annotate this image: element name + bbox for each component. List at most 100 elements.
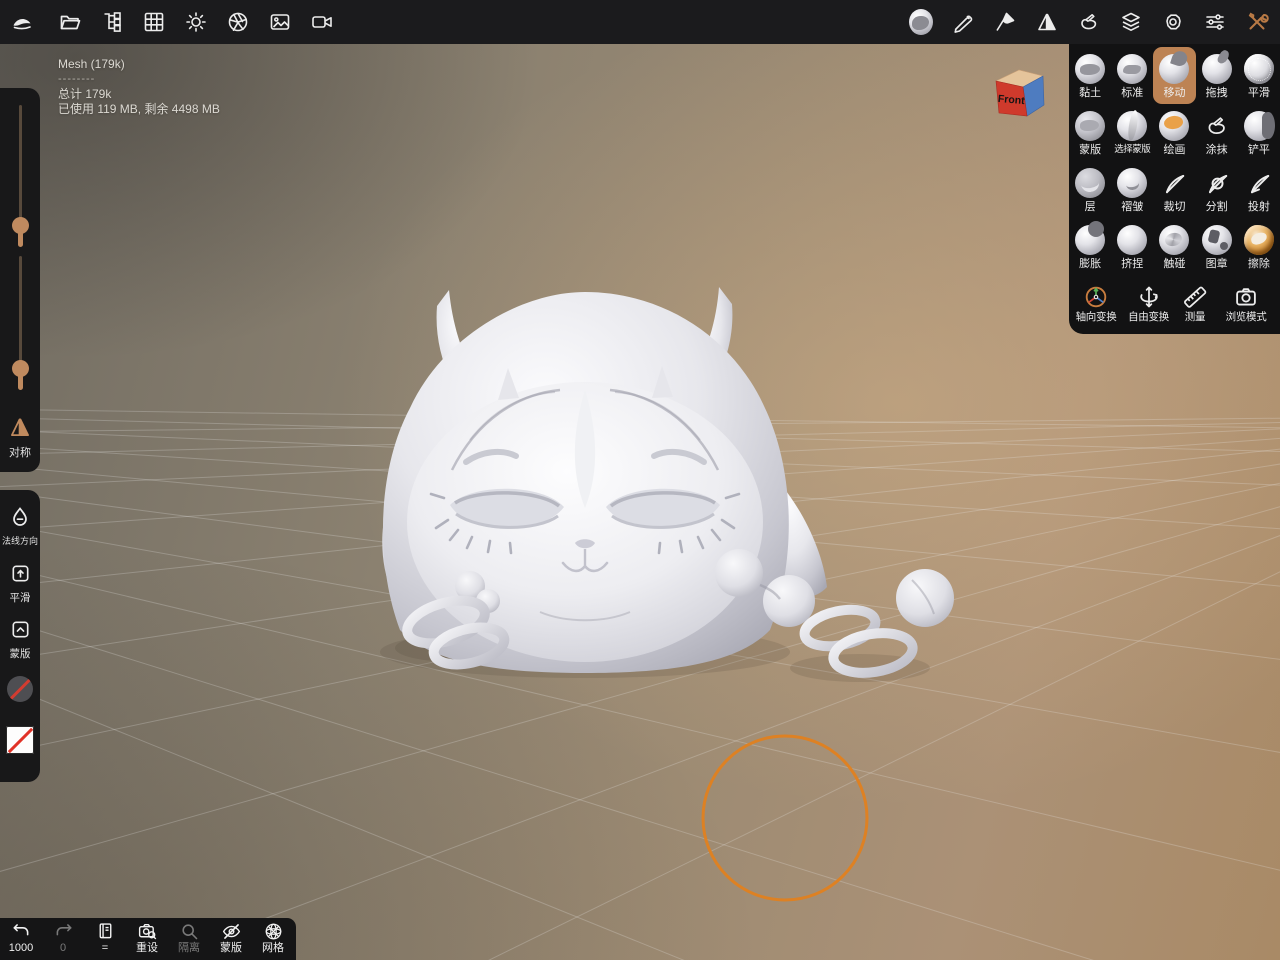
tool-label: 绘画 — [1163, 143, 1186, 156]
lighting-sun-icon[interactable] — [184, 10, 208, 34]
tool-label: 擦除 — [1247, 257, 1270, 270]
isolate-label: 隔离 — [178, 942, 200, 954]
mask-sphere-icon — [1075, 111, 1106, 141]
bottom-toolbar: 1000 0 = 重设 隔离 蒙版 网格 — [0, 918, 296, 960]
tool-measure[interactable]: 测量 — [1175, 277, 1215, 329]
mask-option-button[interactable] — [0, 618, 40, 641]
tool-mask[interactable]: 蒙版 — [1069, 104, 1111, 161]
transform-tool-row: 轴向变换 自由变换 测量 浏览模式 — [1069, 275, 1280, 329]
tools-wrench-icon[interactable] — [1245, 10, 1269, 34]
square-red-diagonal-icon — [6, 726, 34, 754]
brush-intensity-slider-knob[interactable] — [12, 360, 29, 390]
project-knife-icon — [1250, 174, 1270, 194]
background-image-icon[interactable] — [268, 10, 292, 34]
tool-select-mask[interactable]: 选择蒙版 — [1111, 104, 1153, 161]
tool-project[interactable]: 投射 — [1238, 161, 1280, 218]
scene-graph-icon[interactable] — [100, 10, 124, 34]
tool-standard[interactable]: 标准 — [1111, 47, 1153, 104]
history-button[interactable]: = — [84, 918, 126, 960]
wireframe-button[interactable]: 网格 — [252, 918, 294, 960]
history-book-icon — [99, 923, 111, 939]
stylus-hand-icon[interactable] — [1077, 10, 1101, 34]
memory-usage: 已使用 119 MB, 剩余 4498 MB — [58, 102, 220, 116]
brush-radius-slider-knob[interactable] — [12, 217, 29, 247]
redo-arrow-icon — [56, 924, 71, 936]
rough-sphere-icon — [1243, 54, 1274, 84]
tool-trim[interactable]: 裁切 — [1153, 161, 1195, 218]
files-folder-icon[interactable] — [58, 10, 82, 34]
postprocess-aperture-icon[interactable] — [226, 10, 250, 34]
sculpt-model[interactable] — [380, 287, 954, 682]
material-sphere-icon[interactable] — [909, 9, 933, 35]
clay-sphere-icon — [1075, 54, 1106, 84]
topology-grid-icon[interactable] — [142, 10, 166, 34]
tool-label: 自由变换 — [1128, 310, 1169, 323]
normal-direction-button[interactable] — [0, 505, 40, 529]
tool-stamp[interactable]: 图章 — [1196, 218, 1238, 275]
tool-label: 膨胀 — [1079, 257, 1102, 270]
smudge-hand-icon — [1208, 117, 1225, 135]
gizmo-icon — [1085, 286, 1107, 307]
smooth-button[interactable] — [0, 562, 40, 585]
tool-gizmo[interactable]: 轴向变换 — [1070, 277, 1122, 329]
brush-tool-panel: 黏土 标准 移动 拖拽 平滑 蒙版 选择蒙版 绘画 涂抹 铲平 层 褶皱 裁切 … — [1069, 44, 1280, 334]
tool-label: 图章 — [1205, 257, 1228, 270]
camera-video-icon[interactable] — [310, 10, 334, 34]
tool-inflate[interactable]: 膨胀 — [1069, 218, 1111, 275]
view-cube[interactable]: Front — [986, 60, 1050, 126]
tool-move-selected[interactable]: 移动 — [1153, 47, 1196, 104]
symmetry-toggle-icon[interactable] — [7, 414, 33, 440]
nomad-logo-icon[interactable] — [10, 10, 34, 34]
measure-ruler-icon — [1183, 285, 1207, 308]
tool-split[interactable]: 分割 — [1196, 161, 1238, 218]
paint-sphere-icon — [1159, 111, 1190, 141]
mask-eye-slash-icon — [222, 924, 240, 939]
tool-erase[interactable]: 擦除 — [1238, 218, 1280, 275]
tool-crease[interactable]: 褶皱 — [1111, 161, 1153, 218]
undo-arrow-icon — [13, 924, 28, 936]
falloff-disabled-button[interactable] — [0, 676, 40, 702]
tool-drag[interactable]: 拖拽 — [1196, 47, 1238, 104]
trim-knife-icon — [1166, 174, 1185, 194]
tool-flatten[interactable]: 铲平 — [1238, 104, 1280, 161]
brush-cursor-circle[interactable] — [701, 734, 869, 902]
stroke-pencil-icon[interactable] — [951, 10, 975, 34]
free-transform-icon — [1139, 286, 1158, 307]
redo-count: 0 — [59, 942, 67, 954]
crease-sphere-icon — [1117, 168, 1148, 198]
tool-label: 分割 — [1205, 200, 1228, 213]
tool-paint[interactable]: 绘画 — [1153, 104, 1195, 161]
redo-button[interactable]: 0 — [42, 918, 84, 960]
tool-layer[interactable]: 层 — [1069, 161, 1111, 218]
tool-label: 褶皱 — [1121, 200, 1144, 213]
mask-view-button[interactable]: 蒙版 — [210, 918, 252, 960]
tool-pinch[interactable]: 挤捏 — [1111, 218, 1153, 275]
symmetry-triangle-icon[interactable] — [1035, 10, 1059, 34]
tool-label: 黏土 — [1079, 86, 1102, 99]
layers-stack-icon[interactable] — [1119, 10, 1143, 34]
tool-smudge[interactable]: 涂抹 — [1196, 104, 1238, 161]
history-label: = — [101, 942, 109, 954]
tool-label: 选择蒙版 — [1114, 143, 1151, 155]
isolate-magnifier-icon — [181, 924, 197, 940]
camera-reset-button[interactable]: 重设 — [126, 918, 168, 960]
tool-nudge[interactable]: 触碰 — [1153, 218, 1195, 275]
interface-sliders-icon[interactable] — [1203, 10, 1227, 34]
erase-rough-sphere-icon — [1243, 225, 1274, 255]
tool-smooth[interactable]: 平滑 — [1238, 47, 1280, 104]
settings-gear-icon[interactable] — [1161, 10, 1185, 34]
top-toolbar — [0, 0, 1280, 44]
stroke-falloff-button[interactable] — [0, 726, 40, 754]
undo-button[interactable]: 1000 — [0, 918, 42, 960]
camera-reset-icon — [138, 923, 157, 940]
top-toolbar-left — [0, 10, 334, 34]
tool-free-transform[interactable]: 自由变换 — [1122, 277, 1175, 329]
tool-clay[interactable]: 黏土 — [1069, 47, 1111, 104]
tool-label: 投射 — [1247, 200, 1270, 213]
isolate-button[interactable]: 隔离 — [168, 918, 210, 960]
mesh-name: Mesh (179k) — [58, 57, 125, 71]
tool-label: 裁切 — [1163, 200, 1186, 213]
tool-view-mode[interactable]: 浏览模式 — [1215, 277, 1277, 329]
tool-label: 平滑 — [1247, 86, 1270, 99]
painting-brush-icon[interactable] — [993, 10, 1017, 34]
